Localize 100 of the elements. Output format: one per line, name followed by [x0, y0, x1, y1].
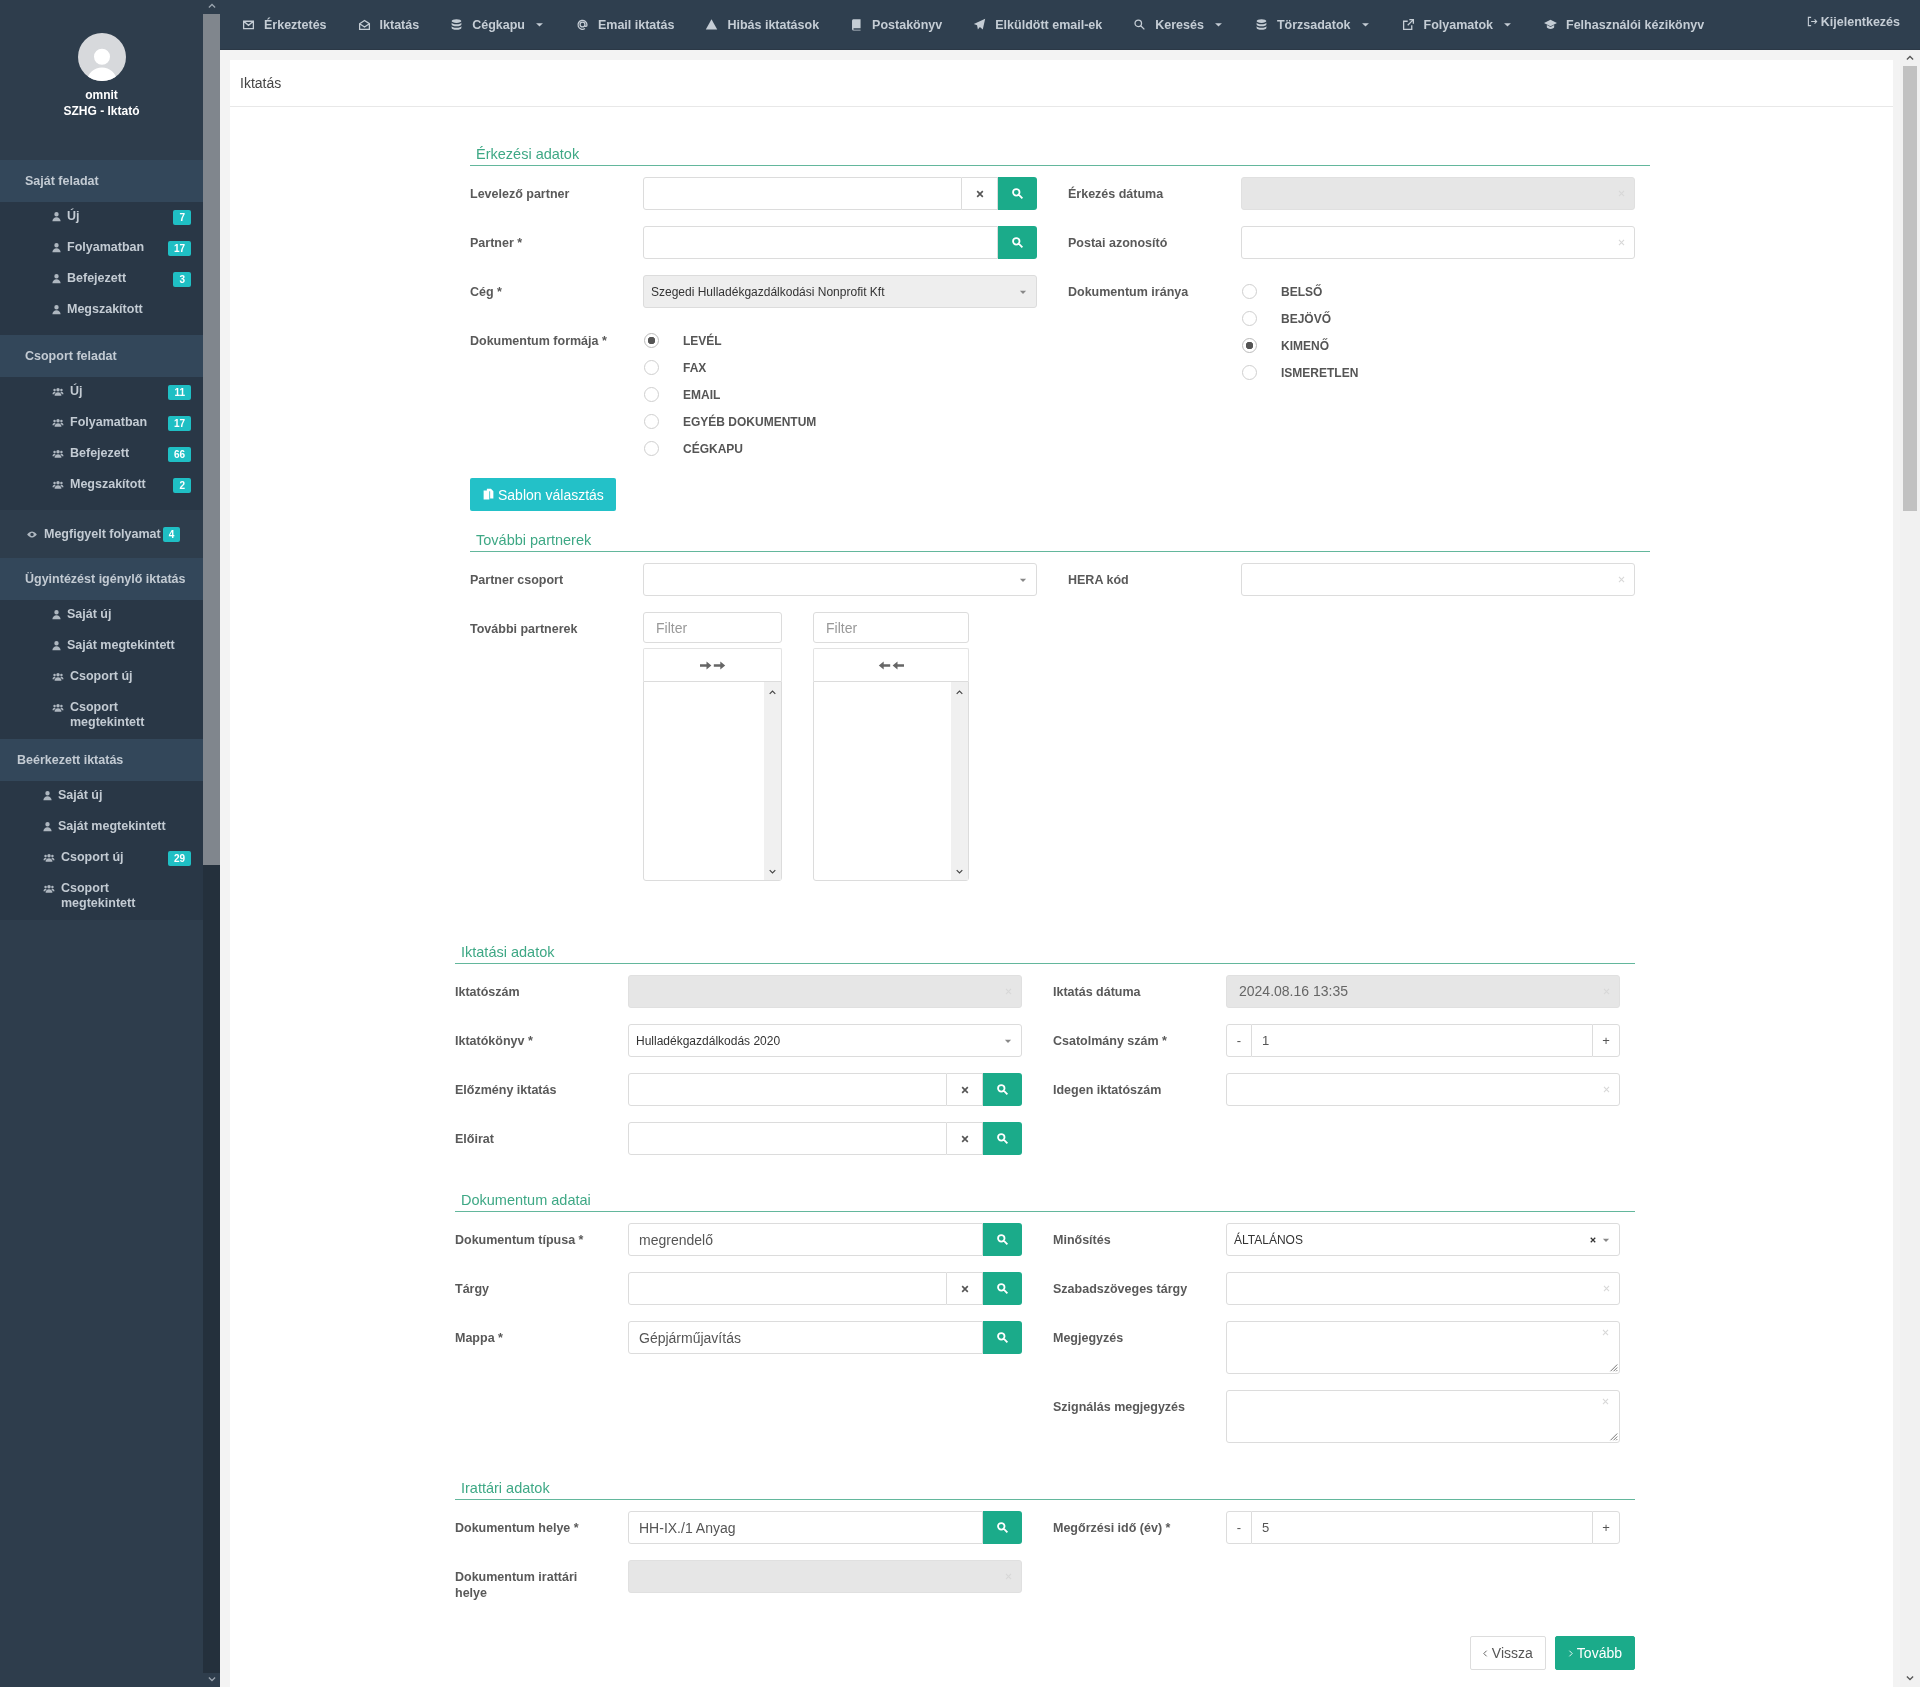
- nav-menu-item[interactable]: Elküldött email-ek: [973, 17, 1103, 32]
- search-button[interactable]: [983, 1272, 1022, 1305]
- move-all-right-button[interactable]: [643, 648, 782, 681]
- radio-button[interactable]: [644, 360, 659, 375]
- search-button[interactable]: [983, 1511, 1022, 1544]
- menu-section-header[interactable]: Csoport feladat: [0, 335, 203, 377]
- lookup-field[interactable]: megrendelő: [628, 1223, 983, 1256]
- nav-menu-item[interactable]: Hibás iktatások: [705, 17, 820, 32]
- textarea-field[interactable]: [1226, 1390, 1620, 1443]
- dropdown-field[interactable]: ÁLTALÁNOS: [1226, 1223, 1620, 1256]
- radio-option[interactable]: FAX: [643, 354, 1037, 381]
- radio-option[interactable]: BEJÖVŐ: [1241, 305, 1635, 332]
- nav-menu-item[interactable]: Email iktatás: [575, 17, 675, 32]
- text-field[interactable]: [1241, 563, 1635, 596]
- lookup-field[interactable]: [628, 1122, 947, 1155]
- radio-option[interactable]: EMAIL: [643, 381, 1037, 408]
- scrollbar[interactable]: [203, 0, 220, 1687]
- scrollbar-thumb[interactable]: [1903, 66, 1917, 511]
- nav-menu-item[interactable]: Törzsadatok: [1254, 17, 1371, 32]
- list-box[interactable]: [643, 681, 782, 881]
- nav-menu-item[interactable]: Folyamatok: [1401, 17, 1514, 32]
- menu-item[interactable]: Saját új: [0, 600, 203, 631]
- search-button[interactable]: [983, 1321, 1022, 1354]
- increment-button[interactable]: +: [1592, 1511, 1620, 1544]
- radio-option[interactable]: BELSŐ: [1241, 278, 1635, 305]
- decrement-button[interactable]: -: [1226, 1511, 1252, 1544]
- menu-item[interactable]: Új 7: [0, 202, 203, 233]
- menu-item[interactable]: Megszakított: [0, 295, 203, 326]
- lookup-field[interactable]: [628, 1272, 947, 1305]
- nav-menu-item[interactable]: Cégkapu: [450, 17, 545, 32]
- textarea-field[interactable]: [1226, 1321, 1620, 1374]
- radio-option[interactable]: KIMENŐ: [1241, 332, 1635, 359]
- menu-item[interactable]: Saját megtekintett: [0, 631, 203, 662]
- menu-item[interactable]: Új 11: [0, 377, 203, 408]
- menu-item[interactable]: Befejezett 3: [0, 264, 203, 295]
- radio-button[interactable]: [1242, 365, 1257, 380]
- nav-menu-item[interactable]: Iktatás: [357, 17, 420, 32]
- clear-button[interactable]: [947, 1073, 983, 1106]
- radio-option[interactable]: LEVÉL: [643, 327, 1037, 354]
- move-all-left-button[interactable]: [813, 648, 969, 681]
- lookup-field[interactable]: [628, 1073, 947, 1106]
- scrollbar[interactable]: [951, 682, 968, 880]
- text-field[interactable]: [1241, 226, 1635, 259]
- scrollbar-thumb[interactable]: [203, 14, 220, 865]
- lookup-field[interactable]: [643, 226, 998, 259]
- radio-option[interactable]: CÉGKAPU: [643, 435, 1037, 462]
- radio-option[interactable]: ISMERETLEN: [1241, 359, 1635, 386]
- decrement-button[interactable]: -: [1226, 1024, 1252, 1057]
- menu-item[interactable]: Megszakított 2: [0, 470, 203, 501]
- clear-button[interactable]: [947, 1122, 983, 1155]
- increment-button[interactable]: +: [1592, 1024, 1620, 1057]
- clear-button[interactable]: [962, 177, 998, 210]
- filter-field[interactable]: Filter: [813, 612, 969, 643]
- nav-menu-item[interactable]: Felhasználói kézikönyv: [1544, 17, 1705, 32]
- menu-item[interactable]: Folyamatban 17: [0, 408, 203, 439]
- radio-button[interactable]: [644, 414, 659, 429]
- dropdown-field[interactable]: Hulladékgazdálkodás 2020: [628, 1024, 1022, 1057]
- menu-item-label: Folyamatban: [70, 415, 149, 430]
- scrollbar[interactable]: [1900, 50, 1920, 1687]
- menu-section-header[interactable]: Ügyintézést igénylő iktatás: [0, 558, 203, 600]
- menu-item[interactable]: Saját új: [0, 781, 203, 812]
- radio-button[interactable]: [1242, 311, 1257, 326]
- menu-item[interactable]: Saját megtekintett: [0, 812, 203, 843]
- lookup-field[interactable]: Gépjárműjavítás: [628, 1321, 983, 1354]
- search-button[interactable]: [998, 177, 1037, 210]
- text-field[interactable]: [1226, 1073, 1620, 1106]
- text-field[interactable]: [1226, 1272, 1620, 1305]
- dropdown-field[interactable]: [643, 563, 1037, 596]
- radio-button[interactable]: [1242, 284, 1257, 299]
- logout-link[interactable]: Kijelentkezés: [1806, 14, 1900, 29]
- menu-section-header[interactable]: Saját feladat: [0, 160, 203, 202]
- search-button[interactable]: [983, 1073, 1022, 1106]
- menu-item[interactable]: Csoport megtekintett: [0, 693, 203, 730]
- menu-item[interactable]: Csoport új: [0, 662, 203, 693]
- radio-button[interactable]: [644, 333, 659, 348]
- menu-item[interactable]: Megfigyelt folyamat 4: [0, 510, 203, 558]
- radio-button[interactable]: [1242, 338, 1257, 353]
- clear-button[interactable]: [947, 1272, 983, 1305]
- lookup-field[interactable]: HH-IX./1 Anyag: [628, 1511, 983, 1544]
- lookup-field[interactable]: [643, 177, 962, 210]
- radio-option[interactable]: EGYÉB DOKUMENTUM: [643, 408, 1037, 435]
- nav-menu-item[interactable]: Keresés: [1133, 17, 1224, 32]
- menu-item[interactable]: Csoport új 29: [0, 843, 203, 874]
- nav-menu-item[interactable]: Érkeztetés: [242, 17, 327, 32]
- back-button[interactable]: Vissza: [1469, 1636, 1546, 1670]
- search-button[interactable]: [998, 226, 1037, 259]
- radio-button[interactable]: [644, 441, 659, 456]
- number-field[interactable]: 5: [1252, 1511, 1592, 1544]
- list-box[interactable]: [813, 681, 969, 881]
- menu-item[interactable]: Csoport megtekintett: [0, 874, 203, 911]
- radio-button[interactable]: [644, 387, 659, 402]
- search-button[interactable]: [983, 1223, 1022, 1256]
- number-field[interactable]: 1: [1252, 1024, 1592, 1057]
- menu-section-header[interactable]: Beérkezett iktatás: [0, 739, 203, 781]
- search-button[interactable]: [983, 1122, 1022, 1155]
- filter-field[interactable]: Filter: [643, 612, 782, 643]
- menu-item[interactable]: Befejezett 66: [0, 439, 203, 470]
- menu-item[interactable]: Folyamatban 17: [0, 233, 203, 264]
- nav-menu-item[interactable]: Postakönyv: [850, 17, 943, 32]
- scrollbar[interactable]: [764, 682, 781, 880]
